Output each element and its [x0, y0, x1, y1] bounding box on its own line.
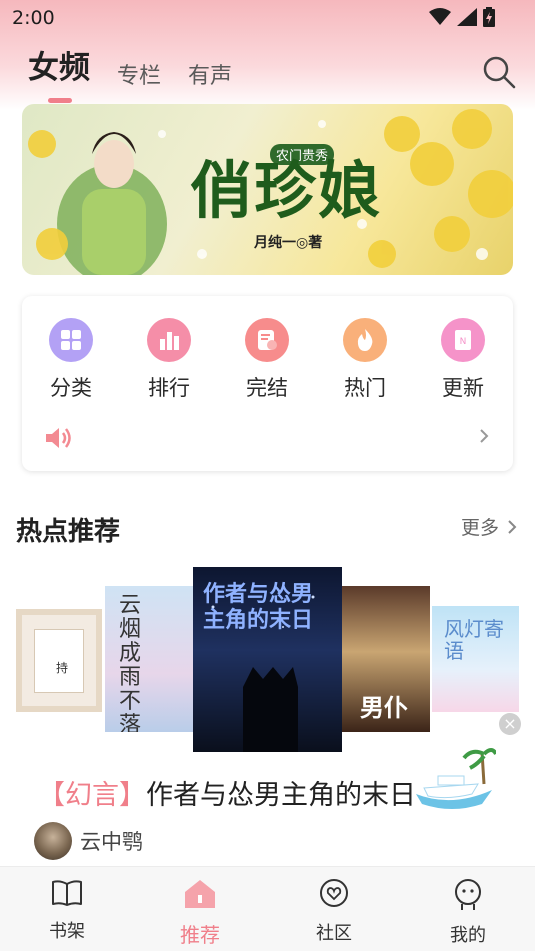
cover-text: 男仆	[360, 693, 408, 722]
bottom-nav-label: 书架	[49, 921, 85, 942]
flame-icon	[343, 318, 387, 362]
bookshelf-icon	[52, 880, 82, 906]
community-icon	[320, 879, 348, 907]
category-classify[interactable]: 分类	[41, 318, 101, 402]
svg-text:N: N	[460, 337, 467, 347]
cover-text: 持	[56, 661, 69, 675]
book-title-text: 作者与怂男主角的末日	[146, 780, 416, 811]
tab-female[interactable]: 女频	[28, 42, 90, 87]
book-cover-4[interactable]: 风灯寄语	[432, 606, 519, 712]
close-icon[interactable]: ×	[499, 713, 521, 735]
more-label: 更多	[460, 517, 499, 539]
section-title: 热点推荐	[16, 517, 121, 547]
book-cover-featured[interactable]: 作者与怂男主角的末日	[193, 567, 342, 752]
category-updates[interactable]: N 更新	[433, 318, 493, 402]
profile-icon	[455, 879, 481, 910]
author-row[interactable]: 云中鹗	[34, 822, 143, 860]
author-name: 云中鹗	[80, 830, 143, 854]
search-icon[interactable]	[481, 54, 517, 90]
wifi-icon	[429, 8, 451, 25]
active-tab-indicator	[48, 98, 72, 103]
battery-icon	[483, 7, 495, 27]
bottom-nav-label: 社区	[316, 923, 352, 944]
avatar	[34, 822, 72, 860]
bottom-nav-bookshelf[interactable]: 书架	[32, 879, 102, 943]
category-card: 分类 排行 完结 热门 N 更新	[22, 296, 513, 471]
category-label: 完结	[246, 376, 288, 400]
category-label: 分类	[50, 376, 92, 400]
status-icons	[429, 7, 495, 27]
book-check-icon	[245, 318, 289, 362]
cover-text: 风灯寄语	[444, 617, 504, 663]
ship-icon	[416, 748, 496, 809]
banner-author: 月纯一◎著	[254, 235, 323, 251]
status-bar: 2:00	[0, 0, 535, 38]
banner-title: 俏珍娘	[190, 154, 383, 227]
featured-book-title[interactable]: 【幻言】作者与怂男主角的末日	[38, 773, 416, 812]
book-cover-1[interactable]: 持	[16, 609, 102, 712]
category-label: 排行	[148, 376, 190, 400]
book-cover-3[interactable]: 男仆	[342, 586, 430, 732]
cover-text: 云烟成雨 不落下	[119, 593, 142, 733]
status-time: 2:00	[12, 7, 55, 29]
promo-banner[interactable]: 农门贵秀 俏珍娘 月纯一◎著	[22, 104, 513, 275]
tab-audio[interactable]: 有声	[188, 58, 232, 90]
bottom-nav-label: 我的	[450, 925, 486, 946]
category-ranking[interactable]: 排行	[139, 318, 199, 402]
bottom-nav-community[interactable]: 社区	[299, 879, 369, 945]
tab-column[interactable]: 专栏	[117, 58, 161, 90]
top-nav: 女频 专栏 有声	[0, 46, 535, 103]
signal-icon	[457, 8, 477, 26]
genre-tag: 【幻言】	[38, 780, 146, 811]
chevron-right-icon	[508, 519, 517, 534]
chevron-right-icon[interactable]	[479, 428, 489, 444]
bottom-nav: 书架 推荐 社区 我的	[0, 866, 535, 951]
cover-text: 作者与怂男主角的末日	[203, 581, 314, 633]
category-hot[interactable]: 热门	[335, 318, 395, 402]
category-label: 更新	[442, 376, 484, 400]
category-label: 热门	[344, 376, 386, 400]
book-cover-2[interactable]: 云烟成雨 不落下	[105, 586, 193, 732]
bar-chart-icon	[147, 318, 191, 362]
grid-icon	[49, 318, 93, 362]
new-book-icon: N	[441, 318, 485, 362]
bottom-nav-profile[interactable]: 我的	[433, 879, 503, 947]
more-link[interactable]: 更多	[461, 513, 517, 540]
bottom-nav-recommend[interactable]: 推荐	[165, 879, 235, 948]
bottom-nav-label: 推荐	[180, 923, 220, 947]
speaker-icon[interactable]	[44, 426, 72, 450]
category-completed[interactable]: 完结	[237, 318, 297, 402]
recommend-icon	[185, 880, 215, 908]
